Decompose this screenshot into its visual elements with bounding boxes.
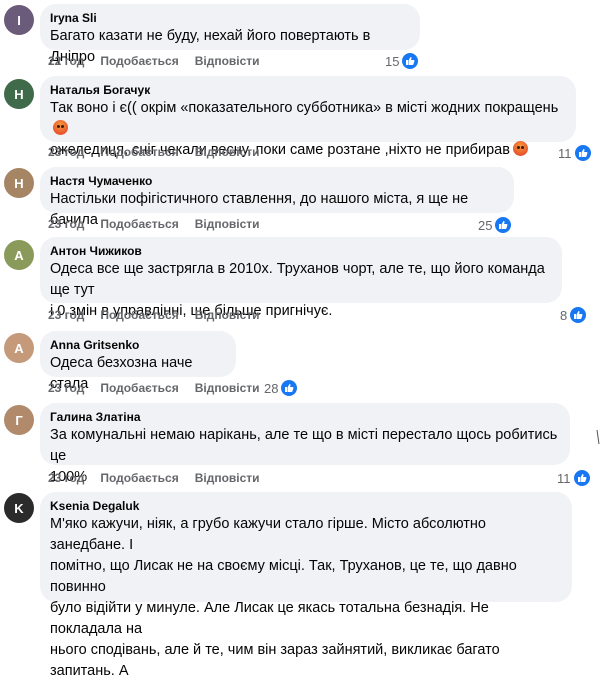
comment-time[interactable]: 23 год	[48, 308, 84, 322]
comment-meta: 23 год Подобається Відповісти	[48, 217, 260, 231]
reply-button[interactable]: Відповісти	[195, 217, 260, 231]
reaction-number: 11	[558, 145, 572, 161]
comment-bubble: Антон Чижиков Одеса все ще застрягла в 2…	[40, 237, 562, 319]
comment-text-line: нього сподівань, але й те, чим він зараз…	[50, 642, 500, 679]
like-reaction-icon	[574, 145, 591, 161]
comment-author[interactable]: Настя Чумаченко	[50, 173, 504, 189]
like-button[interactable]: Подобається	[100, 145, 178, 159]
comment-text-line: Так воно і є(( окрім «показательного суб…	[50, 98, 566, 140]
comment-author[interactable]: Галина Златіна	[50, 409, 560, 425]
comment-text-line: було відійти у минуле. Але Лисак це якас…	[50, 600, 489, 637]
comment-bubble: Наталья Богачук Так воно і є(( окрім «по…	[40, 76, 576, 158]
reply-button[interactable]: Відповісти	[195, 54, 260, 68]
comment-meta: 23 год Подобається Відповісти	[48, 471, 260, 485]
comment-bubble: Anna Gritsenko Одеса безхозна наче стала	[40, 331, 236, 392]
avatar[interactable]: Г	[4, 405, 34, 435]
reaction-count[interactable]: 11	[558, 145, 591, 161]
like-reaction-icon	[570, 307, 587, 323]
comment-bubble: Iryna Sli Багато казати не буду, нехай й…	[40, 4, 420, 65]
comment-meta: 23 год Подобається Відповісти	[48, 381, 260, 395]
avatar[interactable]: I	[4, 5, 34, 35]
reply-button[interactable]: Відповісти	[195, 471, 260, 485]
avatar-initial: I	[17, 12, 21, 28]
comment-bubble: Ksenia Degaluk М'яко кажучи, ніяк, а гру…	[40, 492, 572, 679]
like-reaction-icon	[573, 470, 590, 486]
reaction-count[interactable]: 15	[385, 53, 419, 69]
comment-author[interactable]: Iryna Sli	[50, 10, 410, 26]
reaction-number: 8	[560, 307, 568, 323]
comment-bubble: Настя Чумаченко Настільки пофігістичного…	[40, 167, 514, 228]
comment-time[interactable]: 23 год	[48, 217, 84, 231]
comment-text-line: Одеса все ще застрягла в 2010х. Труханов…	[50, 261, 545, 298]
avatar[interactable]: A	[4, 333, 34, 363]
comment-meta: 23 год Подобається Відповісти	[48, 308, 260, 322]
angry-emoji-icon	[53, 120, 68, 135]
like-reaction-icon	[495, 217, 512, 233]
avatar-initial: А	[14, 247, 24, 263]
avatar-initial: K	[14, 500, 24, 516]
comment-time[interactable]: 23 год	[48, 145, 84, 159]
reaction-number: 25	[478, 217, 493, 233]
comment-author[interactable]: Наталья Богачук	[50, 82, 566, 98]
reaction-count[interactable]: 25	[478, 217, 512, 233]
reaction-count[interactable]: 8	[560, 307, 587, 323]
reaction-number: 28	[264, 380, 279, 396]
comment-meta: 23 год Подобається Відповісти	[48, 145, 260, 159]
reaction-count[interactable]: 28	[264, 380, 298, 396]
reaction-count[interactable]: 11	[557, 470, 590, 486]
comment-author[interactable]: Ksenia Degaluk	[50, 498, 562, 514]
comment-time[interactable]: 22 год	[48, 54, 84, 68]
like-button[interactable]: Подобається	[100, 54, 178, 68]
comment-time[interactable]: 23 год	[48, 471, 84, 485]
comment-text: Так воно і є(( окрім «показательного суб…	[50, 100, 559, 116]
avatar-initial: Н	[14, 86, 24, 102]
comment-bubble: Галина Златіна За комунальні немаю нарік…	[40, 403, 570, 485]
comment-text-line: М'яко кажучи, ніяк, а грубо кажучи стало…	[50, 516, 486, 553]
comment-text-line: помітно, що Лисак не на своєму місці. Та…	[50, 558, 517, 595]
reaction-number: 15	[385, 53, 400, 69]
avatar[interactable]: K	[4, 493, 34, 523]
reply-button[interactable]: Відповісти	[195, 308, 260, 322]
comment-meta: 22 год Подобається Відповісти	[48, 54, 260, 68]
avatar-initial: A	[14, 340, 24, 356]
reply-button[interactable]: Відповісти	[195, 145, 260, 159]
scrollbar-tick[interactable]	[596, 430, 600, 444]
like-button[interactable]: Подобається	[100, 381, 178, 395]
comment-author[interactable]: Антон Чижиков	[50, 243, 552, 259]
comment-text-line: За комунальні немаю нарікань, але те що …	[50, 427, 558, 464]
like-reaction-icon	[402, 53, 419, 69]
avatar[interactable]: Н	[4, 168, 34, 198]
comment-author[interactable]: Anna Gritsenko	[50, 337, 226, 353]
reaction-number: 11	[557, 470, 571, 486]
reply-button[interactable]: Відповісти	[195, 381, 260, 395]
angry-emoji-icon	[512, 141, 528, 156]
avatar-initial: Н	[14, 175, 24, 191]
like-button[interactable]: Подобається	[100, 308, 178, 322]
like-button[interactable]: Подобається	[100, 471, 178, 485]
like-reaction-icon	[281, 380, 298, 396]
avatar[interactable]: А	[4, 240, 34, 270]
like-button[interactable]: Подобається	[100, 217, 178, 231]
comment-time[interactable]: 23 год	[48, 381, 84, 395]
avatar-initial: Г	[15, 412, 23, 428]
avatar[interactable]: Н	[4, 79, 34, 109]
